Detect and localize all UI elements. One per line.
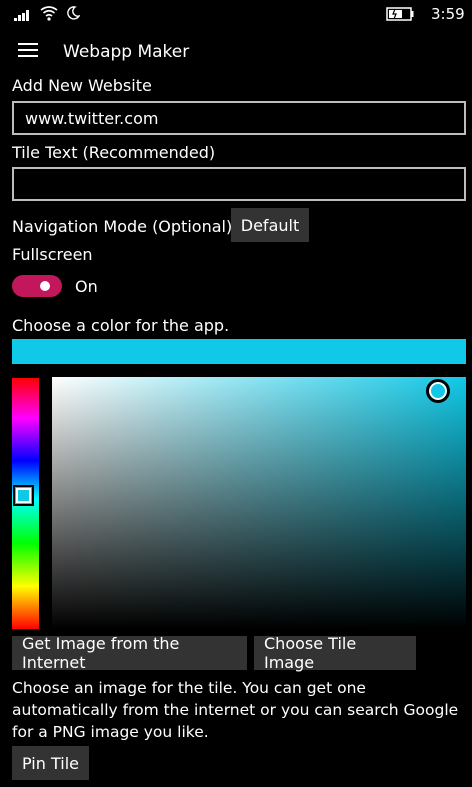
app-title: Webapp Maker bbox=[63, 42, 190, 62]
tile-text-input[interactable] bbox=[12, 167, 466, 201]
saturation-value-picker[interactable] bbox=[52, 377, 466, 629]
clock-time: 3:59 bbox=[431, 5, 465, 23]
hue-slider[interactable] bbox=[12, 378, 39, 629]
color-picker-thumb[interactable] bbox=[426, 379, 450, 403]
add-website-label: Add New Website bbox=[12, 76, 152, 95]
hue-slider-thumb[interactable] bbox=[13, 485, 34, 506]
tile-description: Choose an image for the tile. You can ge… bbox=[12, 679, 459, 741]
nav-mode-dropdown-button[interactable]: Default bbox=[231, 208, 309, 242]
fullscreen-toggle[interactable] bbox=[12, 275, 62, 297]
wifi-icon bbox=[40, 6, 58, 21]
signal-icon bbox=[14, 10, 29, 21]
nav-mode-label: Navigation Mode (Optional) bbox=[12, 217, 233, 236]
battery-icon bbox=[386, 7, 414, 21]
color-label: Choose a color for the app. bbox=[12, 316, 230, 335]
selected-color-preview bbox=[12, 339, 466, 364]
fullscreen-state: On bbox=[75, 277, 98, 296]
hamburger-icon[interactable] bbox=[18, 43, 38, 57]
pin-tile-button[interactable]: Pin Tile bbox=[12, 746, 89, 780]
tile-text-label: Tile Text (Recommended) bbox=[12, 143, 216, 162]
quiet-hours-moon-icon bbox=[67, 6, 80, 20]
toggle-knob bbox=[40, 281, 50, 291]
choose-tile-image-button[interactable]: Choose Tile Image bbox=[254, 634, 416, 672]
get-image-from-internet-button[interactable]: Get Image from the Internet bbox=[12, 634, 247, 672]
fullscreen-label: Fullscreen bbox=[12, 245, 93, 264]
website-url-input[interactable] bbox=[12, 101, 466, 135]
status-bar: 3:59 bbox=[0, 0, 472, 28]
